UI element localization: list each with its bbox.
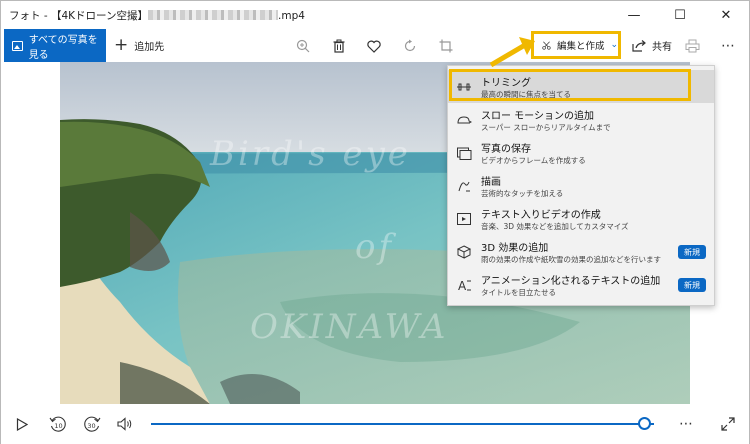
menu-item-title: テキスト入りビデオの作成 <box>481 210 601 221</box>
add-to-button[interactable]: + 追加先 <box>114 29 164 62</box>
zoom-icon[interactable] <box>294 37 312 55</box>
minimize-button[interactable]: — <box>611 1 657 29</box>
menu-item-subtitle: ビデオからフレームを作成する <box>481 156 586 165</box>
new-badge: 新規 <box>678 245 706 259</box>
menu-item-title: 3D 効果の追加 <box>481 243 549 254</box>
redacted-filename <box>148 10 279 20</box>
save-photo-icon <box>456 145 472 161</box>
new-badge: 新規 <box>678 278 706 292</box>
play-button[interactable] <box>11 413 33 435</box>
menu-item-title: トリミング <box>481 78 531 89</box>
skip-back-button[interactable]: 10 <box>47 413 69 435</box>
seek-thumb[interactable] <box>637 417 651 430</box>
watermark-line-3: OKINAWA <box>250 307 449 347</box>
draw-icon <box>456 178 472 194</box>
crop-icon[interactable] <box>437 37 455 55</box>
more-playback-options-icon[interactable]: ⋯ <box>675 413 697 435</box>
slow-motion-icon <box>456 112 473 128</box>
skip-forward-icon: 30 <box>84 416 101 432</box>
skip-forward-label: 30 <box>87 422 95 430</box>
menu-item-title: 描画 <box>481 177 501 188</box>
scissors-icon <box>542 40 551 50</box>
volume-button[interactable] <box>114 413 136 435</box>
3d-effects-icon <box>456 244 472 260</box>
trim-icon <box>456 79 472 95</box>
more-options-icon[interactable]: ⋯ <box>719 37 737 55</box>
toolbar: すべての写真を見る + 追加先 編集と作成 ⌄ 共有 ⋯ <box>1 29 749 62</box>
menu-item-slow-motion[interactable]: スロー モーションの追加 スーパー スローからリアルタイムまで <box>448 103 714 136</box>
edit-and-create-button[interactable]: 編集と作成 ⌄ <box>531 31 621 59</box>
playback-controls: 10 30 ⋯ <box>1 404 749 444</box>
skip-forward-button[interactable]: 30 <box>81 413 103 435</box>
skip-back-label: 10 <box>54 422 62 430</box>
minimize-icon: — <box>627 7 641 23</box>
menu-item-subtitle: 芸術的なタッチを加える <box>481 189 564 198</box>
animated-text-icon: A <box>456 277 472 293</box>
photos-app-window: フォト - 【4Kドローン空撮】 .mp4 — ☐ ✕ すべての写真を見る + 追… <box>0 0 750 444</box>
volume-icon <box>117 417 132 431</box>
menu-item-title: 写真の保存 <box>481 144 531 155</box>
menu-item-subtitle: タイトルを目立たせる <box>481 288 556 297</box>
menu-item-3d-effects[interactable]: 3D 効果の追加 雨の効果の作成や紙吹雪の効果の追加などを行います 新規 <box>448 235 714 268</box>
menu-item-subtitle: スーパー スローからリアルタイムまで <box>481 123 611 132</box>
text-video-icon <box>456 211 472 227</box>
menu-item-subtitle: 最高の瞬間に焦点を当てる <box>481 90 571 99</box>
play-icon <box>16 417 28 431</box>
favorite-heart-icon[interactable] <box>365 37 383 55</box>
menu-item-draw[interactable]: 描画 芸術的なタッチを加える <box>448 169 714 202</box>
add-to-label: 追加先 <box>134 42 165 53</box>
menu-item-text-video[interactable]: テキスト入りビデオの作成 音楽、3D 効果などを追加してカスタマイズ <box>448 202 714 235</box>
seek-bar[interactable] <box>151 423 654 425</box>
menu-item-trim[interactable]: トリミング 最高の瞬間に焦点を当てる <box>448 70 714 103</box>
fullscreen-icon <box>721 417 735 431</box>
close-icon: ✕ <box>720 7 732 23</box>
menu-item-title: アニメーション化されるテキストの追加 <box>481 276 661 287</box>
menu-item-subtitle: 雨の効果の作成や紙吹雪の効果の追加などを行います <box>481 255 661 264</box>
photo-icon <box>12 40 23 51</box>
skip-back-icon: 10 <box>49 416 66 432</box>
maximize-icon: ☐ <box>674 7 686 23</box>
svg-text:A: A <box>458 279 467 293</box>
title-bar: フォト - 【4Kドローン空撮】 .mp4 — ☐ ✕ <box>1 1 749 29</box>
window-title: フォト - 【4Kドローン空撮】 .mp4 <box>9 8 305 23</box>
window-title-prefix: フォト - 【4Kドローン空撮】 <box>9 10 149 22</box>
all-photos-button[interactable]: すべての写真を見る <box>4 29 106 62</box>
share-icon <box>632 40 646 52</box>
all-photos-label: すべての写真を見る <box>28 34 98 61</box>
menu-item-save-photo[interactable]: 写真の保存 ビデオからフレームを作成する <box>448 136 714 169</box>
rotate-icon[interactable] <box>401 37 419 55</box>
edit-create-menu: トリミング 最高の瞬間に焦点を当てる スロー モーションの追加 スーパー スローからリ… <box>447 65 715 306</box>
delete-icon[interactable] <box>330 37 348 55</box>
plus-icon: + <box>114 35 129 55</box>
share-label: 共有 <box>652 42 672 53</box>
fullscreen-button[interactable] <box>717 413 739 435</box>
close-button[interactable]: ✕ <box>703 1 749 29</box>
watermark-line-1: Bird's eye <box>210 134 411 174</box>
menu-item-title: スロー モーションの追加 <box>481 111 594 122</box>
chevron-down-icon: ⌄ <box>610 40 618 50</box>
share-button[interactable]: 共有 <box>632 29 672 62</box>
menu-item-animated-text[interactable]: A アニメーション化されるテキストの追加 タイトルを目立たせる 新規 <box>448 268 714 301</box>
edit-and-create-label: 編集と作成 <box>556 41 605 52</box>
menu-item-subtitle: 音楽、3D 効果などを追加してカスタマイズ <box>481 222 629 231</box>
callout-arrow <box>489 37 535 68</box>
print-icon[interactable] <box>683 37 701 55</box>
watermark-line-2: of <box>355 227 395 267</box>
window-title-suffix: .mp4 <box>278 10 305 22</box>
maximize-button[interactable]: ☐ <box>657 1 703 29</box>
